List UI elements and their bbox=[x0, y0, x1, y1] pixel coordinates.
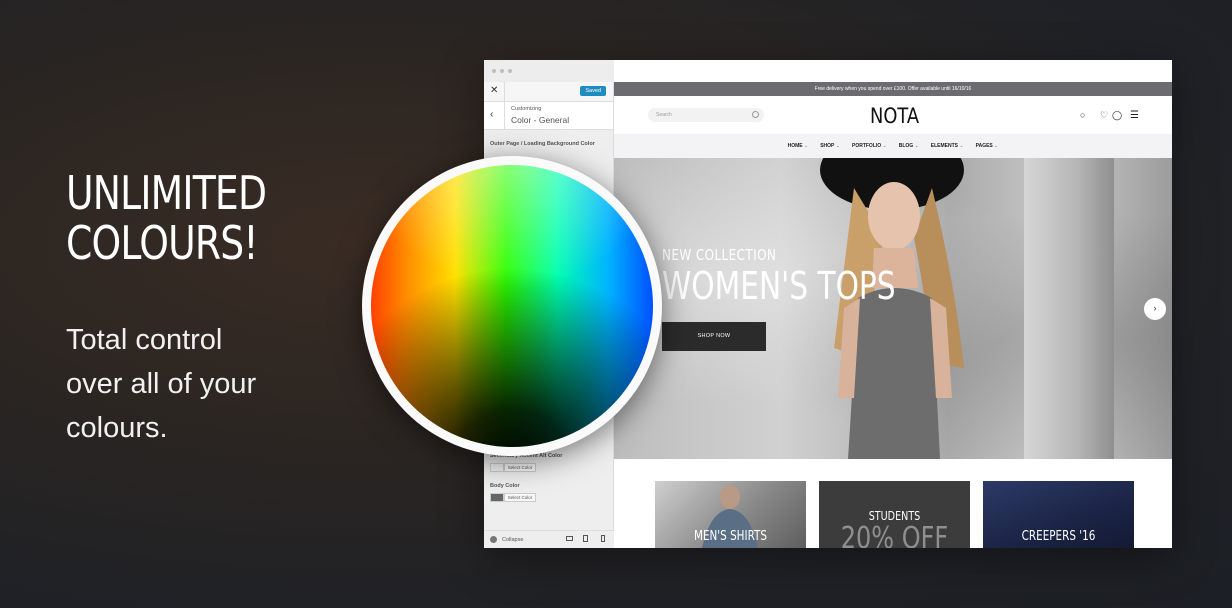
headline-line-1: UNLIMITED bbox=[66, 166, 267, 220]
menu-icon[interactable]: ☰ bbox=[1130, 111, 1139, 121]
nav-item-shop[interactable]: SHOP bbox=[820, 143, 840, 149]
site-header: Search NOTA ○ ♡ ◯ ☰ bbox=[614, 96, 1172, 134]
hero-background bbox=[1024, 158, 1114, 459]
window-dot[interactable] bbox=[500, 69, 504, 73]
nav-item-elements[interactable]: ELEMENTS bbox=[931, 143, 964, 149]
category-tile[interactable]: STUDENTS 20% OFF bbox=[819, 481, 970, 548]
subtext-line-1: Total control bbox=[66, 324, 223, 356]
subtext: Total control over all of your colours. bbox=[66, 318, 326, 450]
category-tile[interactable]: CREEPERS '16 bbox=[983, 481, 1134, 548]
tile-label: CREEPERS '16 bbox=[1021, 529, 1096, 544]
collapse-icon[interactable] bbox=[490, 536, 497, 543]
hero-title: WOMEN'S TOPS bbox=[662, 264, 896, 308]
color-swatch[interactable] bbox=[490, 463, 504, 472]
site-nav: HOME SHOP PORTFOLIO BLOG ELEMENTS PAGES bbox=[614, 134, 1172, 158]
section-title: Color - General bbox=[511, 115, 570, 125]
category-tiles: MEN'S SHIRTS STUDENTS 20% OFF CREEPERS '… bbox=[655, 481, 1135, 548]
divider bbox=[504, 102, 505, 130]
headline-line-2: COLOURS! bbox=[66, 216, 259, 270]
subtext-line-2: over all of your bbox=[66, 368, 257, 400]
collapse-label[interactable]: Collapse bbox=[502, 537, 523, 543]
desktop-icon[interactable] bbox=[566, 536, 573, 541]
category-tile[interactable]: MEN'S SHIRTS bbox=[655, 481, 806, 548]
search-input[interactable]: Search bbox=[648, 108, 764, 122]
subtext-line-3: colours. bbox=[66, 412, 168, 444]
search-placeholder: Search bbox=[656, 112, 672, 118]
nav-item-pages[interactable]: PAGES bbox=[976, 143, 999, 149]
shop-now-button[interactable]: SHOP NOW bbox=[662, 322, 766, 351]
divider bbox=[504, 82, 505, 102]
mobile-icon[interactable] bbox=[601, 535, 605, 542]
headline: UNLIMITED COLOURS! bbox=[66, 168, 328, 268]
promo-bar: Free delivery when you spend over £100. … bbox=[614, 82, 1172, 96]
nav-item-portfolio[interactable]: PORTFOLIO bbox=[852, 143, 887, 149]
cart-icon[interactable]: ◯ bbox=[1112, 111, 1122, 120]
hero-model-image bbox=[820, 158, 964, 459]
color-wheel[interactable] bbox=[371, 165, 653, 447]
tile-discount: 20% OFF bbox=[840, 521, 949, 548]
select-color-button[interactable]: Select Color bbox=[504, 463, 536, 472]
option-label-body-color: Body Color bbox=[490, 483, 520, 489]
customizer-footer: Collapse bbox=[484, 530, 614, 548]
site-preview: Free delivery when you spend over £100. … bbox=[614, 82, 1172, 548]
section-supertitle: Customizing bbox=[511, 106, 542, 112]
chevron-left-icon[interactable]: ‹ bbox=[490, 109, 493, 120]
saved-button[interactable]: Saved bbox=[580, 86, 606, 96]
nav-item-blog[interactable]: BLOG bbox=[899, 143, 919, 149]
customizer-section-header: ‹ Customizing Color - General bbox=[484, 102, 613, 130]
option-label-outer-page: Outer Page / Loading Background Color bbox=[490, 141, 595, 147]
tablet-icon[interactable] bbox=[583, 535, 588, 542]
close-icon[interactable]: ✕ bbox=[490, 85, 498, 96]
heart-icon[interactable]: ♡ bbox=[1100, 111, 1108, 120]
window-titlebar bbox=[484, 60, 614, 82]
select-color-button[interactable]: Select Color bbox=[504, 493, 536, 502]
hero-kicker: NEW COLLECTION bbox=[662, 246, 777, 264]
chevron-right-icon[interactable]: › bbox=[1144, 298, 1166, 320]
user-icon[interactable]: ○ bbox=[1080, 111, 1085, 120]
window-dot[interactable] bbox=[508, 69, 512, 73]
customizer-topbar: ✕ Saved bbox=[484, 82, 613, 102]
nav-item-home[interactable]: HOME bbox=[788, 143, 809, 149]
window-dot[interactable] bbox=[492, 69, 496, 73]
site-logo[interactable]: NOTA bbox=[870, 104, 919, 128]
tile-label: MEN'S SHIRTS bbox=[693, 529, 767, 544]
hero-slider: NEW COLLECTION WOMEN'S TOPS SHOP NOW › bbox=[614, 158, 1172, 459]
search-icon[interactable] bbox=[752, 111, 759, 118]
color-swatch[interactable] bbox=[490, 493, 504, 502]
